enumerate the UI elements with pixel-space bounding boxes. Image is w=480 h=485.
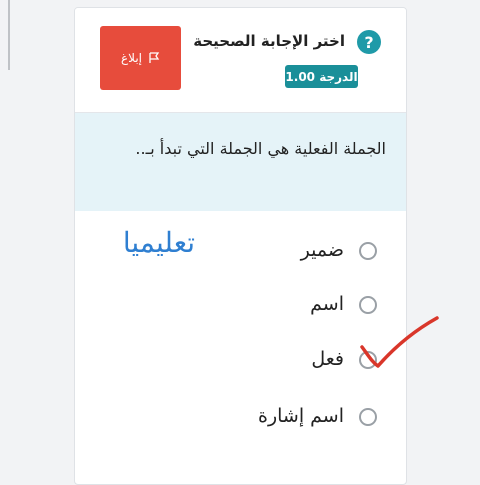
option-item[interactable]: اسم إشارة bbox=[75, 400, 406, 436]
grade-badge: الدرجة 1.00 bbox=[285, 65, 358, 88]
option-label: اسم إشارة bbox=[257, 405, 344, 427]
question-text: الجملة الفعلية هي الجملة التي تبدأ بـ.. bbox=[135, 139, 386, 158]
radio-button[interactable] bbox=[359, 242, 377, 260]
report-label: إبلاغ bbox=[121, 51, 142, 65]
watermark-text: تعليميا bbox=[122, 226, 195, 259]
help-icon: ? bbox=[357, 30, 381, 54]
scrollbar-track bbox=[8, 0, 10, 70]
flag-icon bbox=[148, 52, 160, 64]
radio-button[interactable] bbox=[359, 296, 377, 314]
option-label: اسم bbox=[310, 293, 344, 315]
option-item[interactable]: فعل bbox=[75, 343, 406, 379]
question-box: الجملة الفعلية هي الجملة التي تبدأ بـ.. bbox=[75, 113, 406, 211]
radio-button[interactable] bbox=[359, 408, 377, 426]
option-label: ضمير bbox=[300, 239, 344, 261]
option-label: فعل bbox=[311, 348, 344, 370]
question-type-title: اختر الإجابة الصحيحة bbox=[193, 32, 345, 50]
option-item[interactable]: اسم bbox=[75, 288, 406, 324]
radio-button[interactable] bbox=[359, 351, 377, 369]
question-header: إبلاغ اختر الإجابة الصحيحة ? الدرجة 1.00 bbox=[75, 8, 406, 113]
report-button[interactable]: إبلاغ bbox=[100, 26, 181, 90]
question-card: إبلاغ اختر الإجابة الصحيحة ? الدرجة 1.00… bbox=[74, 7, 407, 485]
